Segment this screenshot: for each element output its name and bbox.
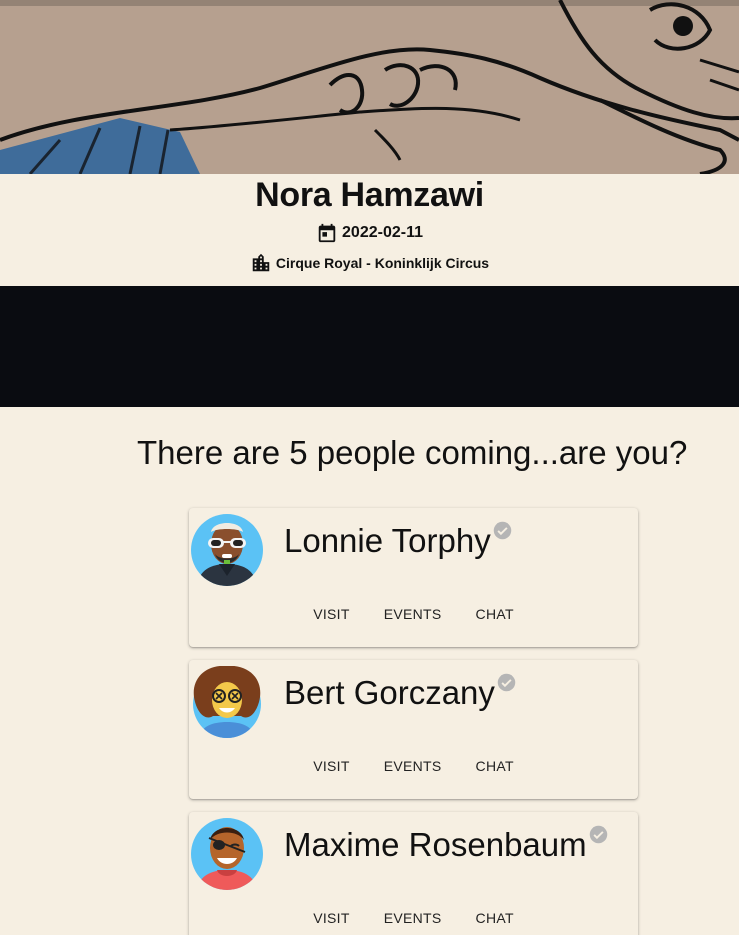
avatar-eyepatch-icon xyxy=(191,818,263,890)
person-name-text: Lonnie Torphy xyxy=(284,522,491,559)
hero-banner-image xyxy=(0,0,739,174)
avatar-sunglasses-icon xyxy=(191,514,263,586)
person-actions: VISIT EVENTS CHAT xyxy=(189,910,638,926)
events-button[interactable]: EVENTS xyxy=(367,606,459,622)
person-name-text: Bert Gorczany xyxy=(284,674,495,711)
check-circle-icon xyxy=(588,824,609,845)
person-name[interactable]: Maxime Rosenbaum xyxy=(284,824,609,864)
check-circle-icon xyxy=(492,520,513,541)
event-date-row: 2022-02-11 xyxy=(0,222,739,244)
visit-button[interactable]: VISIT xyxy=(296,910,367,926)
attendance-text: There are 5 people coming...are you? xyxy=(137,434,688,471)
person-name[interactable]: Bert Gorczany xyxy=(284,672,517,712)
events-button[interactable]: EVENTS xyxy=(367,758,459,774)
artist-name: Nora Hamzawi xyxy=(255,176,484,214)
visit-button[interactable]: VISIT xyxy=(296,606,367,622)
calendar-icon xyxy=(316,222,338,244)
avatar-curly-hair-icon xyxy=(191,666,263,738)
chat-button[interactable]: CHAT xyxy=(459,606,531,622)
events-button[interactable]: EVENTS xyxy=(367,910,459,926)
person-name-text: Maxime Rosenbaum xyxy=(284,826,587,863)
event-venue-row: Cirque Royal - Koninklijk Circus xyxy=(0,252,739,274)
person-actions: VISIT EVENTS CHAT xyxy=(189,758,638,774)
event-page: Nora Hamzawi 2022-02-11 Cirque Royal - K… xyxy=(0,0,739,935)
visit-button[interactable]: VISIT xyxy=(296,758,367,774)
person-card: Lonnie Torphy VISIT EVENTS CHAT xyxy=(189,508,638,647)
event-date: 2022-02-11 xyxy=(342,224,423,241)
event-venue: Cirque Royal - Koninklijk Circus xyxy=(275,255,490,271)
person-actions: VISIT EVENTS CHAT xyxy=(189,606,638,622)
person-name[interactable]: Lonnie Torphy xyxy=(284,520,513,560)
person-card: Bert Gorczany VISIT EVENTS CHAT xyxy=(189,660,638,799)
check-circle-icon xyxy=(496,672,517,693)
chat-button[interactable]: CHAT xyxy=(459,910,531,926)
event-header: Nora Hamzawi 2022-02-11 Cirque Royal - K… xyxy=(0,174,739,286)
media-band xyxy=(0,286,739,407)
person-card: Maxime Rosenbaum VISIT EVENTS CHAT xyxy=(189,812,638,935)
building-icon xyxy=(250,252,272,274)
chat-button[interactable]: CHAT xyxy=(459,758,531,774)
